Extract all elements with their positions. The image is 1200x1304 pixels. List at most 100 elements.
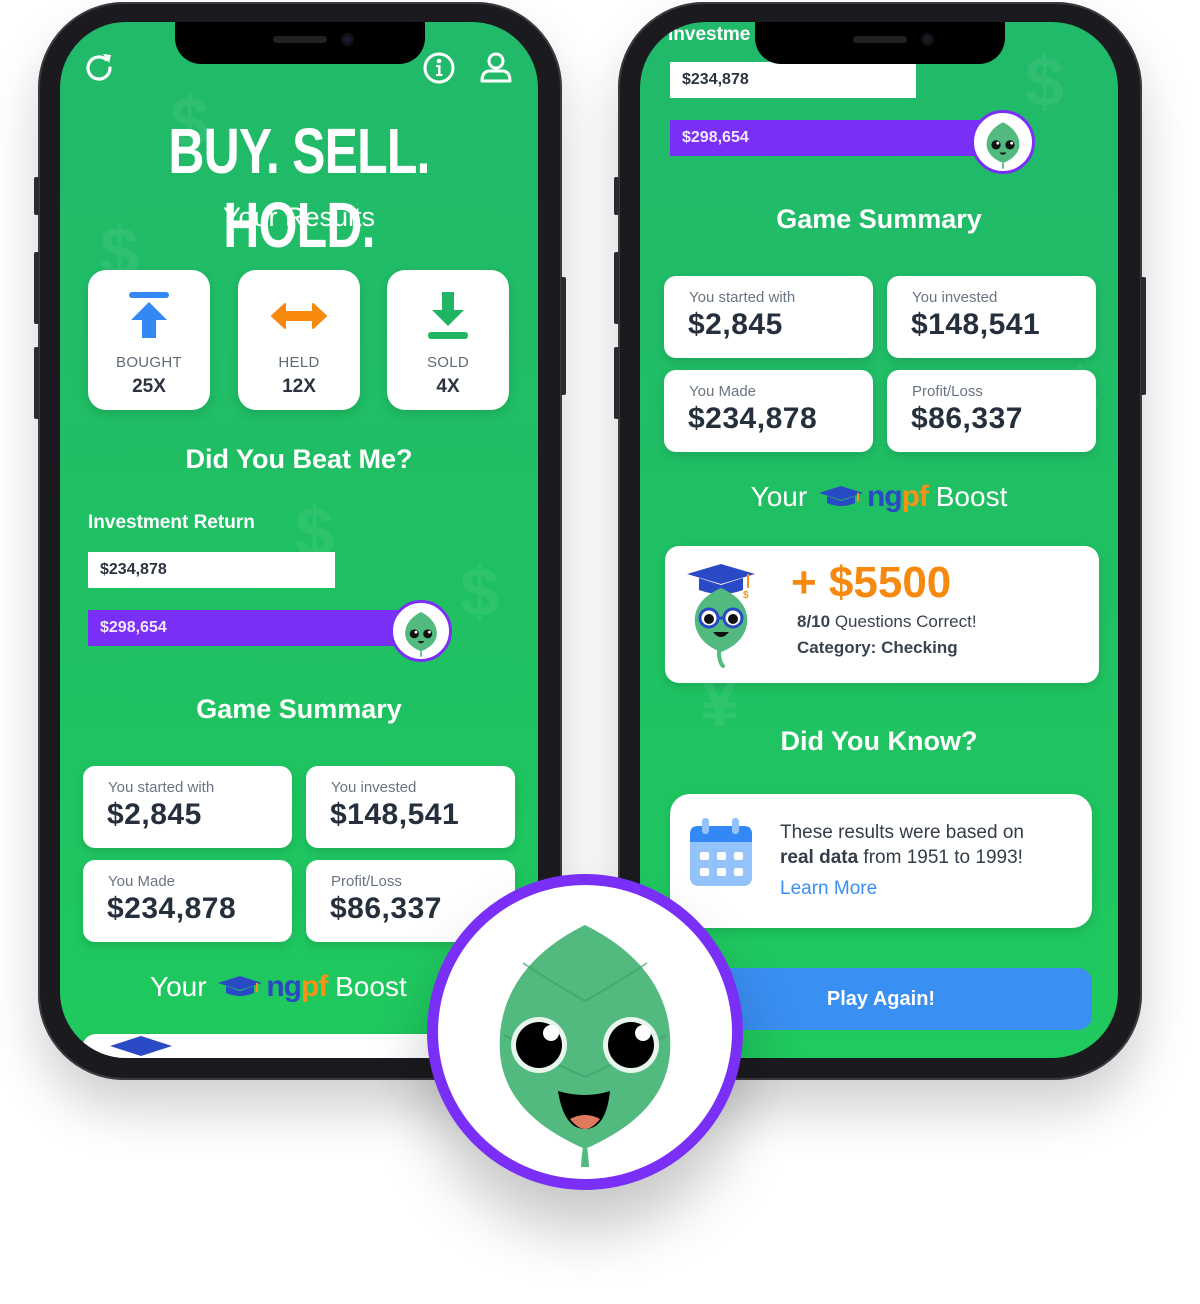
leaf-mascot-icon (986, 122, 1020, 169)
results-title: Your Results (222, 202, 376, 232)
user-profile-icon[interactable] (478, 50, 514, 86)
game-summary-title: Game Summary (776, 204, 982, 234)
boost-card: $ + $5500 8/10 Questions Correct! Catego… (665, 546, 1099, 683)
calendar-icon (690, 818, 752, 886)
volume-down-button (34, 347, 39, 419)
boost-title: Your ngpf Boost (640, 480, 1118, 514)
summary-value: $148,541 (911, 308, 1041, 341)
svg-text:$: $ (743, 590, 749, 601)
player-return-bar: $234,878 (88, 552, 335, 588)
summary-value: $234,878 (688, 402, 818, 435)
mascot-return-value: $298,654 (100, 619, 167, 636)
refresh-icon[interactable] (82, 50, 118, 86)
did-you-know-title: Did You Know? (780, 726, 978, 756)
leaf-mascot-icon (499, 925, 671, 1167)
page-headline: BUY. SELL. HOLD. (168, 115, 430, 261)
summary-value: $86,337 (911, 402, 1023, 435)
notch (175, 22, 425, 64)
result-card-sold: SOLD 4X (387, 270, 509, 410)
volume-up-button (34, 252, 39, 324)
summary-label: Profit/Loss (912, 383, 983, 400)
player-return-value: $234,878 (100, 561, 167, 578)
boost-title: Your ngpf Boost (150, 970, 407, 1004)
summary-label: You Made (108, 873, 176, 890)
boost-amount: + $5500 (791, 558, 952, 607)
summary-card-made: You Made $234,878 (83, 860, 292, 942)
summary-card-invested: You invested $148,541 (306, 766, 515, 848)
mascot-badge (427, 874, 743, 1190)
result-card-bought: BOUGHT 25X (88, 270, 210, 410)
mascot-avatar (390, 600, 452, 662)
mascot-avatar (971, 110, 1035, 174)
right-screen: $ $ ¥ Investme $234,878 $298,654 Game Su… (640, 22, 1118, 1058)
summary-card-profit: Profit/Loss $86,337 (887, 370, 1096, 452)
summary-label: You Made (689, 383, 757, 400)
leaf-mascot-icon (405, 611, 437, 657)
did-you-know-card: These results were based on real data fr… (670, 794, 1092, 928)
phone-right: $ $ ¥ Investme $234,878 $298,654 Game Su… (614, 2, 1146, 1080)
boost-title-prefix: Your (150, 971, 207, 1002)
did-you-know-text: These results were based on real data fr… (780, 822, 1024, 868)
result-label: SOLD (426, 354, 470, 371)
result-value: 25X (132, 376, 166, 397)
boost-title-suffix: Boost (935, 481, 1008, 512)
mascot-return-value: $298,654 (682, 129, 749, 146)
front-camera (341, 33, 354, 46)
graduation-cap-icon (818, 486, 863, 506)
result-label: HELD (278, 354, 320, 371)
investment-return-label: Investment Return (88, 512, 255, 533)
mascot-return-bar: $298,654 (88, 610, 398, 646)
summary-card-started: You started with $2,845 (664, 276, 873, 358)
summary-label: You invested (331, 779, 417, 796)
summary-label: You started with (108, 779, 215, 796)
left-screen: $ $ $ $ BUY. SELL. HOLD. Your Results BO… (60, 22, 538, 1058)
volume-down-button (614, 347, 619, 419)
arrow-up-bar-icon (129, 292, 169, 338)
boost-questions: 8/10 Questions Correct! (797, 612, 977, 631)
speaker (853, 36, 907, 43)
graduation-cap-icon (110, 1036, 172, 1056)
power-button (1141, 277, 1146, 395)
summary-value: $148,541 (330, 798, 460, 831)
summary-card-invested: You invested $148,541 (887, 276, 1096, 358)
download-arrow-icon (428, 292, 468, 339)
info-icon[interactable] (421, 50, 457, 86)
front-camera (921, 33, 934, 46)
game-summary-title: Game Summary (196, 694, 402, 724)
dollar-decoration: $ (1025, 43, 1064, 121)
boost-title-suffix: Boost (335, 971, 407, 1002)
summary-value: $2,845 (688, 308, 783, 341)
result-value: 4X (436, 376, 460, 397)
learn-more-link[interactable]: Learn More (780, 878, 877, 900)
summary-card-started: You started with $2,845 (83, 766, 292, 848)
summary-label: Profit/Loss (331, 873, 402, 890)
summary-label: You invested (912, 289, 998, 306)
summary-value: $234,878 (107, 892, 237, 925)
ngpf-logo: ngpf (266, 970, 328, 1003)
beat-me-title: Did You Beat Me? (185, 444, 413, 474)
mascot-return-bar: $298,654 (670, 120, 980, 156)
result-card-held: HELD 12X (238, 270, 360, 410)
summary-value: $86,337 (330, 892, 442, 925)
player-return-bar: $234,878 (670, 62, 916, 98)
mute-switch (614, 177, 619, 215)
volume-up-button (614, 252, 619, 324)
scholar-mascot-icon: $ (687, 564, 755, 668)
notch (755, 22, 1005, 64)
summary-label: You started with (689, 289, 796, 306)
investment-return-label-partial: Investme (668, 24, 751, 45)
graduation-cap-icon (218, 976, 263, 996)
boost-title-prefix: Your (750, 481, 808, 512)
double-arrow-horizontal-icon (271, 303, 327, 329)
summary-value: $2,845 (107, 798, 202, 831)
mute-switch (34, 177, 39, 215)
result-value: 12X (282, 376, 316, 397)
player-return-value: $234,878 (682, 71, 749, 88)
summary-card-made: You Made $234,878 (664, 370, 873, 452)
ngpf-logo: ngpf (866, 480, 929, 513)
result-label: BOUGHT (116, 354, 182, 371)
dollar-decoration: $ (460, 553, 499, 631)
speaker (273, 36, 327, 43)
power-button (561, 277, 566, 395)
boost-category: Category: Checking (797, 638, 958, 657)
